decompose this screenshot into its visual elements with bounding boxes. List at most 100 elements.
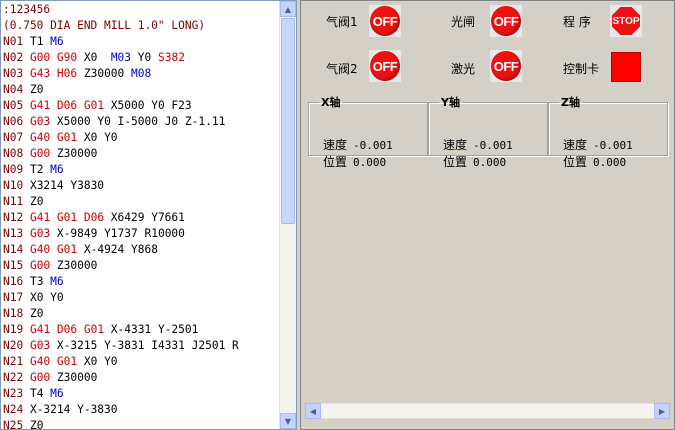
gcode-token: X-4331 Y-2501 (104, 323, 199, 336)
gcode-token: :123456 (3, 3, 51, 16)
gcode-line[interactable]: N16 T3 M6 (3, 274, 279, 290)
gcode-token: N10 (3, 179, 24, 192)
z-axis-position-row: 位置 0.000 (563, 153, 626, 170)
shutter-toggle-button[interactable]: OFF (490, 5, 522, 37)
gcode-line[interactable]: N11 Z0 (3, 194, 279, 210)
y-axis-position-row: 位置 0.000 (443, 153, 506, 170)
scroll-down-button[interactable]: ▼ (280, 413, 296, 429)
gcode-token: N08 (3, 147, 24, 160)
x-axis-position-value: 0.000 (353, 156, 387, 169)
gcode-line[interactable]: N15 G00 Z30000 (3, 258, 279, 274)
gcode-token: N24 (3, 403, 24, 416)
gcode-token: Z0 (23, 195, 44, 208)
gcode-token: N06 (3, 115, 24, 128)
scroll-right-button[interactable]: ▶ (654, 403, 670, 419)
speed-label: 速度 (563, 138, 588, 152)
gcode-token: N13 (3, 227, 24, 240)
gcode-line[interactable]: N17 X0 Y0 (3, 290, 279, 306)
valve1-toggle-button[interactable]: OFF (369, 5, 401, 37)
chevron-up-icon: ▲ (284, 4, 292, 14)
gcode-token: N02 (3, 51, 24, 64)
gcode-line[interactable]: N20 G03 X-3215 Y-3831 I4331 J2501 R (3, 338, 279, 354)
control-card-label: 控制卡 (563, 62, 600, 76)
gcode-token: N23 (3, 387, 24, 400)
x-axis-title: X轴 (321, 96, 341, 109)
gcode-line[interactable]: N04 Z0 (3, 82, 279, 98)
gcode-line[interactable]: N13 G03 X-9849 Y1737 R10000 (3, 226, 279, 242)
gcode-token (23, 115, 30, 128)
gcode-token: N07 (3, 131, 24, 144)
off-icon: OFF (370, 51, 400, 81)
gcode-token: T1 (23, 35, 51, 48)
gcode-token: M6 (50, 275, 64, 288)
position-label: 位置 (323, 155, 348, 169)
gcode-line[interactable]: N02 G00 G90 X0 M03 Y0 S382 (3, 50, 279, 66)
gcode-line[interactable]: N25 Z0 (3, 418, 279, 430)
gcode-token: G00 (29, 147, 51, 160)
gcode-line[interactable]: N19 G41 D06 G01 X-4331 Y-2501 (3, 322, 279, 338)
panel-horizontal-scrollbar[interactable]: ◀ ▶ (305, 403, 670, 419)
gcode-token: G03 (29, 115, 51, 128)
gcode-line[interactable]: N01 T1 M6 (3, 34, 279, 50)
gcode-line[interactable]: N12 G41 G01 D06 X6429 Y7661 (3, 210, 279, 226)
gcode-token: N17 (3, 291, 24, 304)
gcode-token: N16 (3, 275, 24, 288)
valve2-toggle-button[interactable]: OFF (369, 50, 401, 82)
gcode-token: T4 (23, 387, 51, 400)
gcode-line[interactable]: N07 G40 G01 X0 Y0 (3, 130, 279, 146)
gcode-token: G41 G01 D06 (29, 211, 105, 224)
valve2-label: 气阀2 (326, 62, 358, 76)
gcode-line[interactable]: :123456 (3, 2, 279, 18)
gcode-token: N18 (3, 307, 24, 320)
laser-toggle-button[interactable]: OFF (490, 50, 522, 82)
gcode-line[interactable]: N22 G00 Z30000 (3, 370, 279, 386)
gcode-token: Z30000 (50, 371, 98, 384)
gcode-line[interactable]: N03 G43 H06 Z30000 M08 (3, 66, 279, 82)
program-label: 程 序 (563, 15, 591, 29)
scroll-left-button[interactable]: ◀ (305, 403, 321, 419)
gcode-line[interactable]: N24 X-3214 Y-3830 (3, 402, 279, 418)
gcode-token: N14 (3, 243, 24, 256)
scroll-up-button[interactable]: ▲ (280, 1, 296, 17)
gcode-line[interactable]: N08 G00 Z30000 (3, 146, 279, 162)
scroll-thumb[interactable] (281, 18, 295, 224)
program-stop-button[interactable]: STOP (610, 5, 642, 37)
gcode-line[interactable]: N05 G41 D06 G01 X5000 Y0 F23 (3, 98, 279, 114)
position-label: 位置 (443, 155, 468, 169)
gcode-token: Z30000 (50, 259, 98, 272)
gcode-token: X5000 Y0 I-5000 J0 Z-1.11 (50, 115, 226, 128)
gcode-token: N03 (3, 67, 24, 80)
z-axis-title: Z轴 (561, 96, 580, 109)
gcode-line[interactable]: N14 G40 G01 X-4924 Y868 (3, 242, 279, 258)
gcode-token (23, 227, 30, 240)
speed-label: 速度 (323, 138, 348, 152)
gcode-token (23, 355, 30, 368)
editor-vertical-scrollbar[interactable]: ▲ ▼ (279, 1, 296, 429)
gcode-line[interactable]: N18 Z0 (3, 306, 279, 322)
gcode-token: T2 (23, 163, 51, 176)
gcode-token: X0 Y0 (23, 291, 64, 304)
gcode-token: G41 D06 G01 (29, 323, 105, 336)
gcode-text[interactable]: :123456 (0.750 DIA END MILL 1.0" LONG) N01… (3, 2, 279, 429)
y-axis-position-value: 0.000 (473, 156, 507, 169)
gcode-token: N19 (3, 323, 24, 336)
gcode-token: G40 G01 (29, 131, 78, 144)
gcode-line[interactable]: N10 X3214 Y3830 (3, 178, 279, 194)
gcode-line[interactable]: N09 T2 M6 (3, 162, 279, 178)
gcode-token (23, 371, 30, 384)
gcode-token: N25 (3, 419, 24, 430)
y-axis-speed-value: -0.001 (473, 139, 513, 152)
gcode-editor[interactable]: :123456 (0.750 DIA END MILL 1.0" LONG) N01… (0, 0, 297, 430)
gcode-line[interactable]: N23 T4 M6 (3, 386, 279, 402)
gcode-token (23, 211, 30, 224)
gcode-token: T3 (23, 275, 51, 288)
y-axis-group: Y轴 速度 -0.001 位置 0.000 (428, 94, 548, 169)
gcode-line[interactable]: (0.750 DIA END MILL 1.0" LONG) (3, 18, 279, 34)
z-axis-speed-row: 速度 -0.001 (563, 136, 633, 153)
gcode-line[interactable]: N21 G40 G01 X0 Y0 (3, 354, 279, 370)
gcode-token: M08 (131, 67, 152, 80)
gcode-token: X-3215 Y-3831 I4331 J2501 R (50, 339, 239, 352)
gcode-line[interactable]: N06 G03 X5000 Y0 I-5000 J0 Z-1.11 (3, 114, 279, 130)
gcode-token (23, 51, 30, 64)
z-axis-position-value: 0.000 (593, 156, 627, 169)
